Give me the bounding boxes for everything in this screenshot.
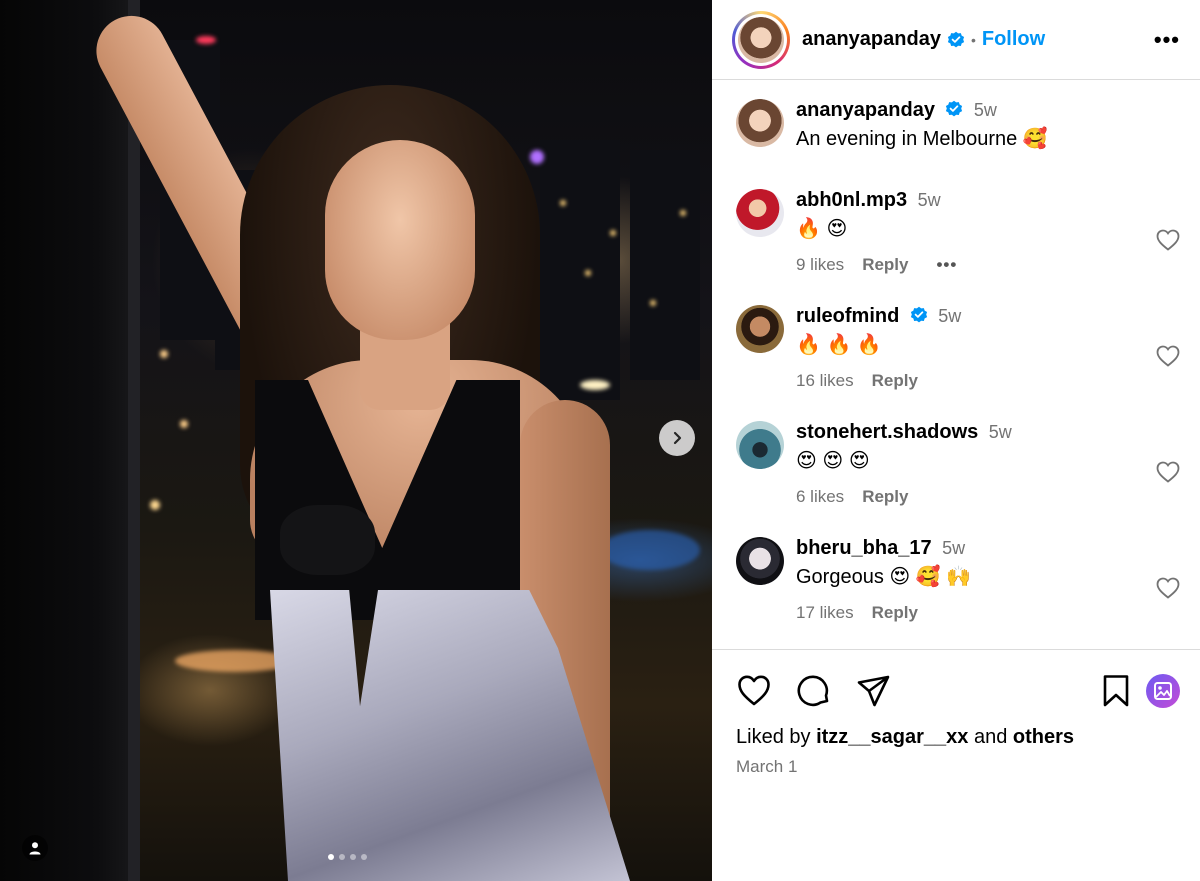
carousel-dot xyxy=(361,854,367,860)
window-frame xyxy=(0,0,140,881)
heart-icon[interactable] xyxy=(1156,229,1180,251)
header-separator: • xyxy=(970,31,976,48)
heart-icon[interactable] xyxy=(1156,345,1180,367)
post-date[interactable]: March 1 xyxy=(712,749,1200,785)
heart-icon[interactable] xyxy=(1156,577,1180,599)
bookmark-icon xyxy=(1103,675,1129,707)
comment-item: stonehert.shadows 5w 😍 😍 😍 6 likes Reply xyxy=(736,421,1180,507)
city-tower xyxy=(630,150,700,380)
comment-text: 🔥 😍 xyxy=(796,218,848,240)
carousel-dot xyxy=(339,854,345,860)
comment-time[interactable]: 5w xyxy=(918,190,941,210)
city-light xyxy=(580,380,610,390)
post-actions-section: Liked by itzz__sagar__xx and others Marc… xyxy=(712,649,1200,881)
city-light xyxy=(180,420,188,428)
post-header: ananyapanday • Follow ••• xyxy=(712,0,1200,80)
comment-likes[interactable]: 16 likes xyxy=(796,371,854,391)
comment-time[interactable]: 5w xyxy=(938,306,961,326)
liked-by-summary: Liked by itzz__sagar__xx and others xyxy=(712,710,1200,749)
city-light xyxy=(600,530,700,570)
liked-by-user[interactable]: itzz__sagar__xx xyxy=(816,726,968,748)
city-light xyxy=(650,300,656,306)
comment-item: ruleofmind 5w 🔥 🔥 🔥 16 likes Reply xyxy=(736,305,1180,391)
caption-time[interactable]: 5w xyxy=(974,100,997,120)
reply-button[interactable]: Reply xyxy=(862,255,908,275)
comment-time[interactable]: 5w xyxy=(989,422,1012,442)
action-bar xyxy=(712,650,1200,710)
comment-text: Gorgeous 😍 🥰 🙌 xyxy=(796,566,972,588)
avatar[interactable] xyxy=(736,421,784,469)
carousel-dot xyxy=(350,854,356,860)
reply-button[interactable]: Reply xyxy=(872,371,918,391)
comment-likes[interactable]: 17 likes xyxy=(796,603,854,623)
comment-username[interactable]: stonehert.shadows xyxy=(796,421,978,443)
comment-username[interactable]: ruleofmind xyxy=(796,305,899,327)
comment-item: abh0nl.mp3 5w 🔥 😍 9 likes Reply ••• xyxy=(736,189,1180,275)
city-light xyxy=(530,150,544,164)
more-options-button[interactable]: ••• xyxy=(1154,27,1180,53)
liked-by-and: and xyxy=(973,726,1008,748)
city-light xyxy=(160,350,168,358)
city-light xyxy=(680,210,686,216)
caption-text: An evening in Melbourne 🥰 xyxy=(796,128,1048,150)
gallery-button[interactable] xyxy=(1146,674,1180,708)
save-button[interactable] xyxy=(1098,673,1134,709)
verified-badge-icon xyxy=(946,100,963,117)
comment-likes[interactable]: 6 likes xyxy=(796,487,844,507)
post-media[interactable] xyxy=(0,0,712,881)
post-side-panel: ananyapanday • Follow ••• ananyapanday 5… xyxy=(712,0,1200,881)
avatar[interactable] xyxy=(736,189,784,237)
city-light xyxy=(196,36,216,44)
city-tower xyxy=(540,140,620,400)
like-button[interactable] xyxy=(736,673,772,709)
caption-username[interactable]: ananyapanday xyxy=(796,99,935,121)
comment-text: 😍 😍 😍 xyxy=(796,450,870,472)
share-icon xyxy=(857,675,890,707)
reply-button[interactable]: Reply xyxy=(862,487,908,507)
city-light xyxy=(150,500,160,510)
author-avatar-ring[interactable] xyxy=(732,10,790,69)
carousel-indicator xyxy=(328,854,367,860)
user-tag-icon xyxy=(29,842,41,855)
author-username[interactable]: ananyapanday xyxy=(802,28,941,51)
liked-by-others[interactable]: others xyxy=(1013,726,1074,748)
comment-likes[interactable]: 9 likes xyxy=(796,255,844,275)
city-light xyxy=(585,270,591,276)
user-tag-button[interactable] xyxy=(22,835,48,861)
verified-badge-icon xyxy=(947,31,965,47)
next-image-button[interactable] xyxy=(659,420,695,456)
heart-icon xyxy=(738,675,770,706)
comment-icon xyxy=(797,675,829,707)
verified-badge-icon xyxy=(910,306,927,323)
chevron-right-icon xyxy=(673,431,682,445)
share-button[interactable] xyxy=(856,673,892,709)
avatar[interactable] xyxy=(736,537,784,585)
post-caption: ananyapanday 5w An evening in Melbourne … xyxy=(736,99,1180,151)
person-face xyxy=(325,140,475,340)
avatar[interactable] xyxy=(736,305,784,353)
city-light xyxy=(610,230,616,236)
avatar[interactable] xyxy=(736,99,784,147)
comment-item: bheru_bha_17 5w Gorgeous 😍 🥰 🙌 17 likes … xyxy=(736,537,1180,623)
liked-by-prefix: Liked by xyxy=(736,726,811,748)
follow-button[interactable]: Follow xyxy=(982,28,1045,51)
dress-bow xyxy=(280,505,375,575)
comment-username[interactable]: bheru_bha_17 xyxy=(796,537,932,559)
comment-username[interactable]: abh0nl.mp3 xyxy=(796,189,907,211)
carousel-dot xyxy=(328,854,334,860)
gallery-icon xyxy=(1154,682,1172,700)
city-light xyxy=(560,200,566,206)
avatar[interactable] xyxy=(738,16,784,63)
comment-time[interactable]: 5w xyxy=(942,538,965,558)
comment-text: 🔥 🔥 🔥 xyxy=(796,334,882,356)
comments-list[interactable]: ananyapanday 5w An evening in Melbourne … xyxy=(712,81,1200,648)
reply-button[interactable]: Reply xyxy=(872,603,918,623)
heart-icon[interactable] xyxy=(1156,461,1180,483)
comment-more-button[interactable]: ••• xyxy=(936,255,957,275)
comment-button[interactable] xyxy=(796,673,832,709)
